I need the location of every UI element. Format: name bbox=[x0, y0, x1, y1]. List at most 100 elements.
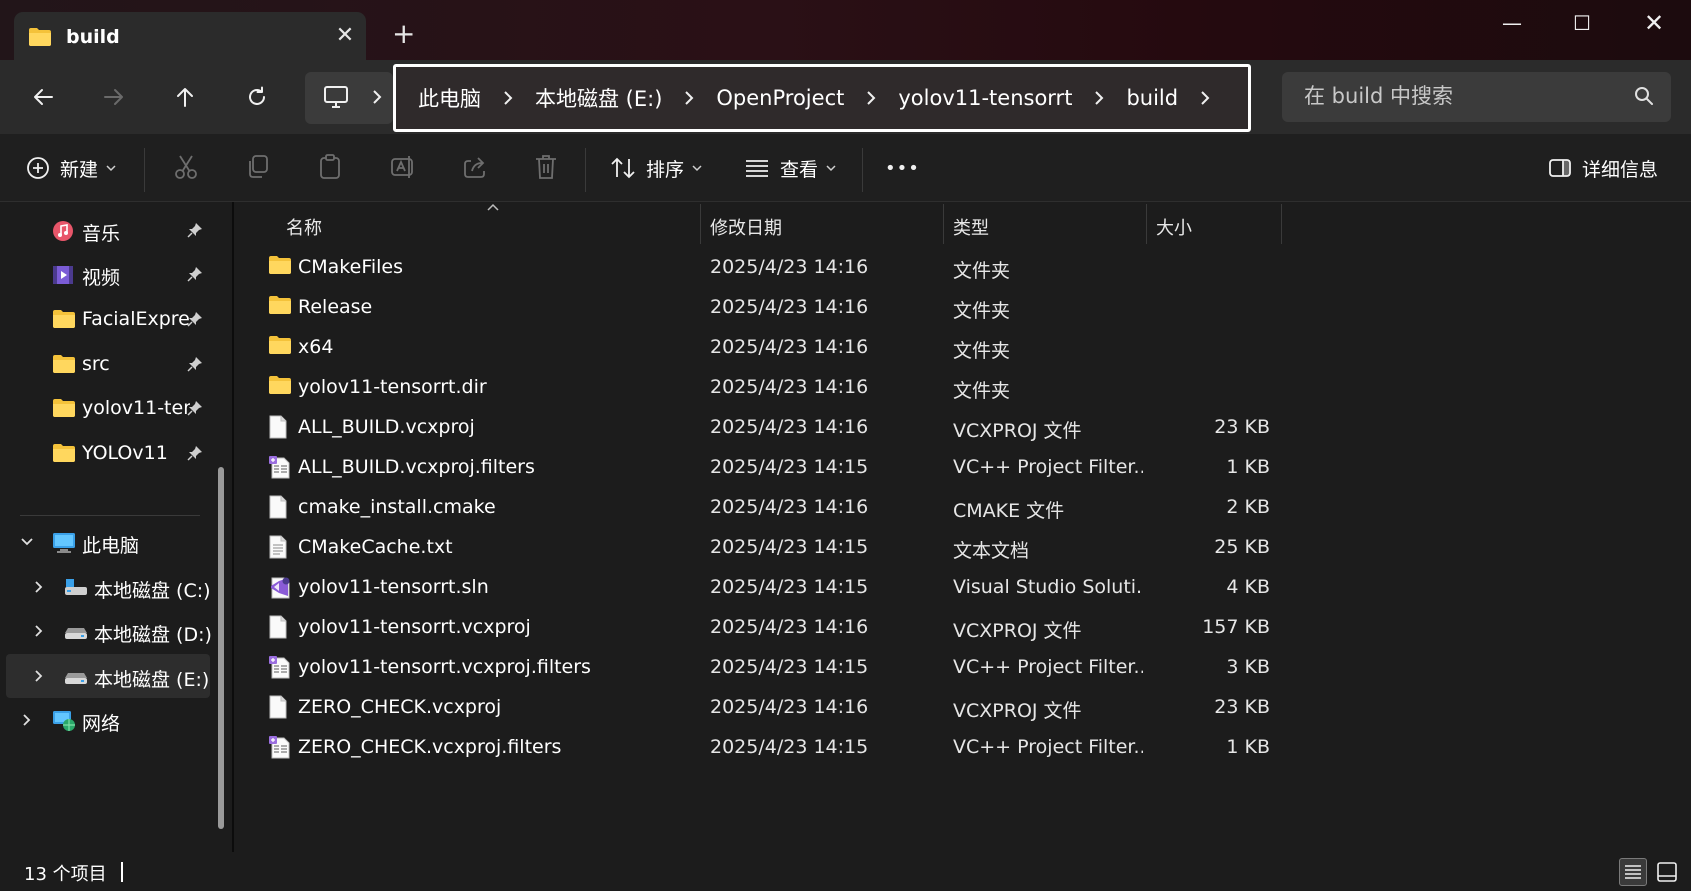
sidebar-divider bbox=[20, 515, 200, 516]
chevron-right-icon[interactable] bbox=[1093, 89, 1105, 107]
file-row[interactable]: x64 2025/4/23 14:16 文件夹 bbox=[234, 326, 1691, 369]
file-row[interactable]: ZERO_CHECK.vcxproj 2025/4/23 14:16 VCXPROJ… bbox=[234, 686, 1691, 729]
sort-button[interactable]: 排序 bbox=[610, 148, 702, 188]
folder-icon bbox=[268, 335, 292, 359]
sidebar-item-music[interactable]: 音乐 bbox=[0, 208, 220, 252]
chevron-right-icon[interactable] bbox=[1199, 89, 1211, 107]
sidebar-item-yolov11-ten[interactable]: yolov11-ten bbox=[0, 386, 220, 430]
sidebar-item-network[interactable]: 网络 bbox=[0, 698, 220, 742]
paste-icon[interactable] bbox=[318, 154, 342, 180]
file-row[interactable]: yolov11-tensorrt.vcxproj.filters 2025/4/2… bbox=[234, 646, 1691, 689]
file-row[interactable]: CMakeFiles 2025/4/23 14:16 文件夹 bbox=[234, 246, 1691, 289]
large-icons-view-button[interactable] bbox=[1653, 858, 1681, 886]
column-resize-handle[interactable] bbox=[1146, 204, 1147, 244]
file-name: cmake_install.cmake bbox=[298, 496, 496, 518]
pin-icon[interactable] bbox=[187, 445, 203, 461]
more-options-button[interactable]: ••• bbox=[885, 148, 920, 188]
pin-icon[interactable] bbox=[187, 356, 203, 372]
cut-icon[interactable] bbox=[174, 154, 198, 180]
search-box[interactable] bbox=[1282, 72, 1671, 122]
file-name: ALL_BUILD.vcxproj bbox=[298, 416, 475, 438]
minimize-button[interactable]: — bbox=[1490, 6, 1534, 40]
delete-icon[interactable] bbox=[534, 154, 558, 180]
location-root-button[interactable] bbox=[305, 72, 393, 124]
column-resize-handle[interactable] bbox=[1281, 204, 1282, 244]
file-size: 23 KB bbox=[1214, 696, 1270, 718]
file-name: ZERO_CHECK.vcxproj bbox=[298, 696, 502, 718]
chevron-right-icon[interactable] bbox=[683, 89, 695, 107]
file-row[interactable]: ALL_BUILD.vcxproj.filters 2025/4/23 14:15… bbox=[234, 446, 1691, 489]
pin-icon[interactable] bbox=[187, 400, 203, 416]
column-resize-handle[interactable] bbox=[943, 204, 944, 244]
up-button[interactable] bbox=[164, 76, 206, 118]
chevron-right-icon[interactable] bbox=[32, 669, 46, 683]
file-row[interactable]: Release 2025/4/23 14:16 文件夹 bbox=[234, 286, 1691, 329]
breadcrumb-build[interactable]: build bbox=[1126, 86, 1178, 110]
sidebar-item-src[interactable]: src bbox=[0, 342, 220, 386]
file-modified-date: 2025/4/23 14:16 bbox=[710, 376, 869, 398]
sidebar-item-label: 此电脑 bbox=[82, 535, 140, 557]
breadcrumb-this-pc[interactable]: 此电脑 bbox=[418, 83, 481, 113]
new-tab-button[interactable]: + bbox=[392, 20, 415, 48]
pin-icon[interactable] bbox=[187, 266, 203, 282]
sidebar-item-drive-c[interactable]: 本地磁盘 (C:) bbox=[0, 565, 220, 609]
details-view-button[interactable] bbox=[1619, 858, 1647, 886]
chevron-down-icon[interactable] bbox=[20, 535, 34, 549]
file-row[interactable]: CMakeCache.txt 2025/4/23 14:15 文本文档 25 KB bbox=[234, 526, 1691, 569]
network-icon bbox=[53, 711, 75, 731]
details-view-icon bbox=[1625, 865, 1641, 879]
folder-icon bbox=[53, 355, 75, 373]
file-row[interactable]: yolov11-tensorrt.sln 2025/4/23 14:15 Visua… bbox=[234, 566, 1691, 609]
sidebar-item-yolov11[interactable]: YOLOv11 bbox=[0, 431, 220, 475]
sidebar-scrollbar[interactable] bbox=[218, 467, 224, 829]
refresh-icon bbox=[249, 86, 265, 105]
title-bar: build ✕ + — ☐ ✕ bbox=[0, 0, 1691, 61]
sidebar-item-videos[interactable]: 视频 bbox=[0, 252, 220, 296]
tab-build[interactable]: build ✕ bbox=[14, 12, 366, 61]
chevron-right-icon[interactable] bbox=[32, 580, 46, 594]
breadcrumb[interactable]: 此电脑 本地磁盘 (E:) OpenProject yolov11-tensor… bbox=[393, 64, 1251, 132]
search-input[interactable] bbox=[1304, 84, 1614, 108]
sidebar-item-drive-d[interactable]: 本地磁盘 (D:) bbox=[0, 609, 220, 653]
maximize-button[interactable]: ☐ bbox=[1560, 6, 1604, 40]
chevron-right-icon[interactable] bbox=[20, 713, 34, 727]
sidebar-item-drive-e[interactable]: 本地磁盘 (E:) bbox=[6, 654, 210, 698]
breadcrumb-openproject[interactable]: OpenProject bbox=[716, 86, 844, 110]
rename-icon[interactable] bbox=[390, 154, 416, 180]
pin-icon[interactable] bbox=[187, 311, 203, 327]
column-resize-handle[interactable] bbox=[700, 204, 701, 244]
sidebar-item-facialexpres[interactable]: FacialExpres bbox=[0, 297, 220, 341]
column-header-type[interactable]: 类型 bbox=[953, 214, 989, 240]
chevron-right-icon[interactable] bbox=[865, 89, 877, 107]
file-row[interactable]: yolov11-tensorrt.dir 2025/4/23 14:16 文件夹 bbox=[234, 366, 1691, 409]
chevron-right-icon[interactable] bbox=[32, 624, 46, 638]
refresh-button[interactable] bbox=[236, 76, 278, 118]
sidebar-item-this-pc[interactable]: 此电脑 bbox=[0, 520, 220, 564]
sidebar-item-label: src bbox=[82, 353, 110, 375]
file-row[interactable]: ALL_BUILD.vcxproj 2025/4/23 14:16 VCXPROJ … bbox=[234, 406, 1691, 449]
chevron-down-icon bbox=[106, 164, 116, 172]
file-row[interactable]: yolov11-tensorrt.vcxproj 2025/4/23 14:16 V… bbox=[234, 606, 1691, 649]
view-button[interactable]: 查看 bbox=[744, 148, 836, 188]
new-button[interactable]: 新建 bbox=[26, 148, 116, 188]
copy-icon[interactable] bbox=[246, 154, 270, 180]
pin-icon[interactable] bbox=[187, 222, 203, 238]
window-close-button[interactable]: ✕ bbox=[1632, 6, 1676, 40]
file-row[interactable]: ZERO_CHECK.vcxproj.filters 2025/4/23 14:1… bbox=[234, 726, 1691, 769]
column-header-date[interactable]: 修改日期 bbox=[710, 214, 782, 240]
chevron-right-icon[interactable] bbox=[502, 89, 514, 107]
back-button[interactable] bbox=[22, 76, 64, 118]
column-header-name[interactable]: 名称 bbox=[286, 214, 322, 240]
file-row[interactable]: cmake_install.cmake 2025/4/23 14:16 CMAKE … bbox=[234, 486, 1691, 529]
share-icon[interactable] bbox=[462, 154, 488, 180]
column-header-size[interactable]: 大小 bbox=[1156, 214, 1192, 240]
forward-button[interactable] bbox=[93, 76, 135, 118]
solution-file-icon bbox=[268, 575, 292, 603]
close-tab-button[interactable]: ✕ bbox=[332, 23, 358, 49]
plus-circle-icon bbox=[27, 157, 49, 179]
breadcrumb-drive-e[interactable]: 本地磁盘 (E:) bbox=[535, 83, 662, 113]
file-type: VC++ Project Filter... bbox=[953, 736, 1143, 758]
search-icon[interactable] bbox=[1634, 86, 1654, 106]
breadcrumb-yolov11-tensorrt[interactable]: yolov11-tensorrt bbox=[898, 86, 1072, 110]
details-pane-button[interactable]: 详细信息 bbox=[1548, 148, 1658, 188]
